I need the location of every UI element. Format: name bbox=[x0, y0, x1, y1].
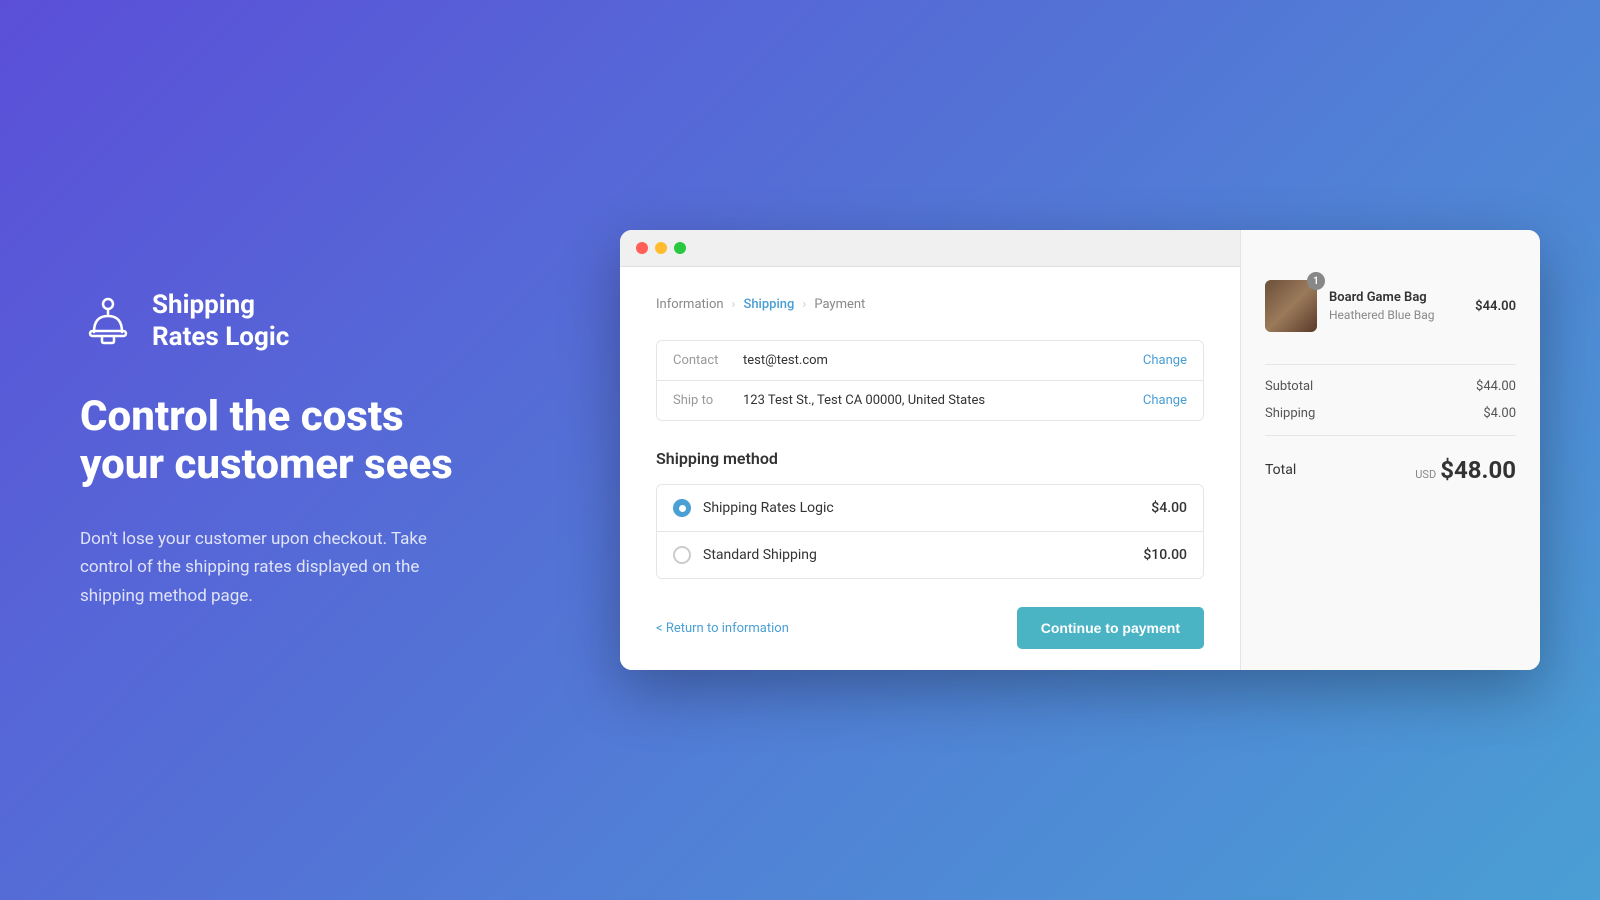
dot-yellow[interactable] bbox=[655, 242, 667, 254]
return-link[interactable]: < Return to information bbox=[656, 621, 789, 636]
contact-label: Contact bbox=[673, 353, 743, 368]
contact-row: Contact test@test.com Change bbox=[657, 341, 1203, 380]
headline: Control the costs your customer sees bbox=[80, 393, 540, 490]
browser-bar bbox=[620, 230, 1240, 267]
shipping-option-standard[interactable]: Standard Shipping $10.00 bbox=[657, 531, 1203, 578]
total-value: USD $48.00 bbox=[1415, 456, 1516, 484]
browser-window: Information › Shipping › Payment Contact… bbox=[620, 230, 1540, 670]
order-divider-2 bbox=[1265, 435, 1516, 436]
breadcrumb-sep1: › bbox=[732, 297, 736, 312]
order-summary-panel: 1 Board Game Bag Heathered Blue Bag $44.… bbox=[1240, 230, 1540, 670]
ship-row: Ship to 123 Test St., Test CA 00000, Uni… bbox=[657, 380, 1203, 420]
ship-label: Ship to bbox=[673, 393, 743, 408]
standard-option-name: Standard Shipping bbox=[703, 547, 1131, 563]
checkout-footer: < Return to information Continue to paym… bbox=[656, 607, 1204, 649]
breadcrumb-payment: Payment bbox=[814, 297, 865, 312]
srl-option-price: $4.00 bbox=[1151, 500, 1187, 516]
dot-green[interactable] bbox=[674, 242, 686, 254]
product-image-wrap: 1 bbox=[1265, 280, 1317, 332]
dot-red[interactable] bbox=[636, 242, 648, 254]
logo-text: Shipping Rates Logic bbox=[152, 290, 289, 352]
shipping-section-title: Shipping method bbox=[656, 449, 1204, 468]
breadcrumb-information[interactable]: Information bbox=[656, 297, 724, 312]
checkout-panel: Information › Shipping › Payment Contact… bbox=[620, 230, 1240, 670]
contact-value: test@test.com bbox=[743, 353, 1143, 368]
breadcrumb-shipping[interactable]: Shipping bbox=[743, 297, 794, 312]
checkout-content: Information › Shipping › Payment Contact… bbox=[620, 267, 1240, 670]
product-price: $44.00 bbox=[1475, 299, 1516, 314]
shipping-option-srl[interactable]: Shipping Rates Logic $4.00 bbox=[657, 485, 1203, 531]
contact-change[interactable]: Change bbox=[1143, 353, 1187, 368]
product-badge: 1 bbox=[1307, 272, 1325, 290]
continue-button[interactable]: Continue to payment bbox=[1017, 607, 1204, 649]
total-currency: USD bbox=[1415, 468, 1436, 481]
shipping-options: Shipping Rates Logic $4.00 Standard Ship… bbox=[656, 484, 1204, 579]
radio-selected-icon bbox=[673, 499, 691, 517]
shipping-line: Shipping $4.00 bbox=[1265, 400, 1516, 427]
left-panel: Shipping Rates Logic Control the costs y… bbox=[0, 230, 620, 669]
logo-icon bbox=[80, 294, 136, 350]
srl-option-name: Shipping Rates Logic bbox=[703, 500, 1139, 516]
ship-change[interactable]: Change bbox=[1143, 393, 1187, 408]
product-info: Board Game Bag Heathered Blue Bag bbox=[1329, 290, 1463, 322]
subtext: Don't lose your customer upon checkout. … bbox=[80, 525, 480, 609]
order-product: 1 Board Game Bag Heathered Blue Bag $44.… bbox=[1265, 280, 1516, 332]
subtotal-line: Subtotal $44.00 bbox=[1265, 373, 1516, 400]
radio-unselected-icon bbox=[673, 546, 691, 564]
info-rows: Contact test@test.com Change Ship to 123… bbox=[656, 340, 1204, 421]
standard-option-price: $10.00 bbox=[1143, 547, 1187, 563]
order-total: Total USD $48.00 bbox=[1265, 444, 1516, 496]
total-label: Total bbox=[1265, 462, 1296, 478]
breadcrumb: Information › Shipping › Payment bbox=[656, 297, 1204, 312]
subtotal-label: Subtotal bbox=[1265, 379, 1313, 394]
shipping-value: $4.00 bbox=[1483, 406, 1516, 421]
product-name: Board Game Bag bbox=[1329, 290, 1463, 305]
breadcrumb-sep2: › bbox=[802, 297, 806, 312]
logo-area: Shipping Rates Logic bbox=[80, 290, 540, 352]
total-amount: $48.00 bbox=[1440, 456, 1516, 484]
ship-value: 123 Test St., Test CA 00000, United Stat… bbox=[743, 393, 1143, 408]
shipping-label: Shipping bbox=[1265, 406, 1315, 421]
product-variant: Heathered Blue Bag bbox=[1329, 308, 1463, 322]
subtotal-value: $44.00 bbox=[1476, 379, 1516, 394]
order-divider-1 bbox=[1265, 364, 1516, 365]
